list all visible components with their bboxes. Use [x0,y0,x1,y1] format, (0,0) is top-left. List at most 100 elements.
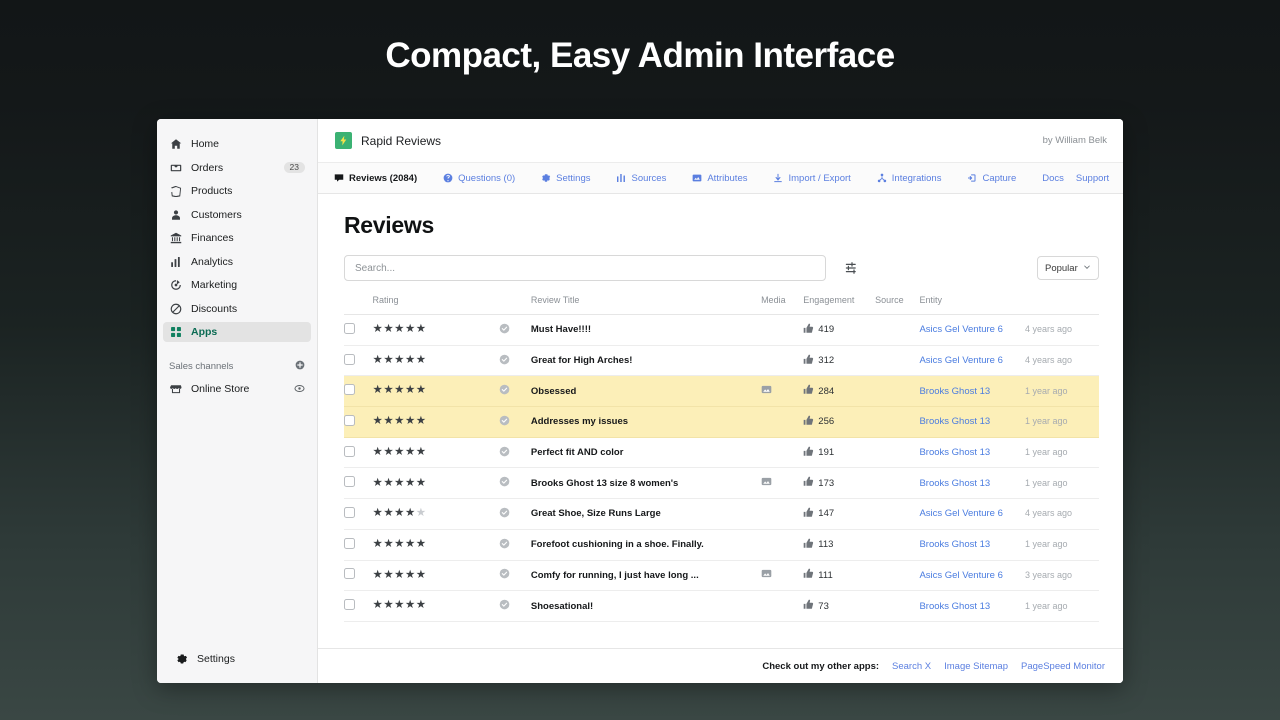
row-checkbox-cell[interactable] [344,467,373,500]
sidebar-item-finances[interactable]: Finances [163,228,311,248]
row-checkbox-cell[interactable] [344,590,373,622]
sort-select[interactable]: Popular [1037,256,1099,280]
tab-questions-0[interactable]: Questions (0) [443,173,529,184]
table-row[interactable]: ★★★★★ Comfy for running, I just have long… [344,560,1099,592]
tab-attributes[interactable]: Attributes [692,173,761,184]
tab-docs[interactable]: Docs [1042,173,1064,184]
row-title-cell[interactable]: Must Have!!!! [530,314,762,346]
sidebar-item-orders[interactable]: Orders 23 [163,158,311,178]
row-checkbox[interactable] [344,414,355,426]
entity-link[interactable]: Brooks Ghost 13 [919,539,990,550]
row-checkbox[interactable] [344,384,355,396]
table-row[interactable]: ★★★★★ Great for High Arches! 312 Asics Gel … [344,345,1099,377]
row-checkbox-cell[interactable] [344,560,373,592]
preview-store-icon[interactable] [294,383,305,396]
row-title-cell[interactable]: Great for High Arches! [530,345,762,377]
entity-link[interactable]: Brooks Ghost 13 [919,601,990,612]
tab-support[interactable]: Support [1076,173,1109,184]
table-row[interactable]: ★★★★★ Must Have!!!! 419 Asics Gel Venture 6… [344,314,1099,346]
tab-capture[interactable]: Capture [967,173,1030,184]
row-entity-cell[interactable]: Asics Gel Venture 6 [919,560,1026,592]
row-checkbox-cell[interactable] [344,345,373,377]
table-row[interactable]: ★★★★★ Addresses my issues 256 Brooks Ghost … [344,406,1099,438]
entity-link[interactable]: Brooks Ghost 13 [919,447,990,458]
row-title-cell[interactable]: Forefoot cushioning in a shoe. Finally. [530,529,762,561]
row-entity-cell[interactable]: Brooks Ghost 13 [919,467,1026,500]
sidebar-item-marketing[interactable]: Marketing [163,275,311,295]
search-input[interactable] [355,262,815,274]
entity-link[interactable]: Asics Gel Venture 6 [919,508,1002,519]
table-row[interactable]: ★★★★★ Shoesational! 73 Brooks Ghost 13 1 yea… [344,590,1099,622]
column-header-source[interactable]: Source [875,295,920,315]
tab-sources[interactable]: Sources [616,173,680,184]
row-entity-cell[interactable]: Brooks Ghost 13 [919,529,1026,561]
row-entity-cell[interactable]: Brooks Ghost 13 [919,437,1026,469]
media-attachment-icon[interactable] [761,476,772,487]
column-header-media[interactable]: Media [761,295,804,315]
row-checkbox-cell[interactable] [344,314,373,346]
row-entity-cell[interactable]: Brooks Ghost 13 [919,375,1026,408]
row-checkbox[interactable] [344,537,355,549]
row-entity-cell[interactable]: Asics Gel Venture 6 [919,314,1026,346]
row-rating-cell: ★★★★★ [372,406,500,438]
row-checkbox-cell[interactable] [344,529,373,561]
row-title-cell[interactable]: Brooks Ghost 13 size 8 women's [530,467,762,500]
column-header-entity[interactable]: Entity [919,295,1026,315]
sidebar-item-home[interactable]: Home [163,134,311,154]
sidebar-item-settings[interactable]: Settings [169,649,305,669]
row-checkbox[interactable] [344,599,355,611]
tab-reviews-2084[interactable]: Reviews (2084) [334,173,431,184]
footer-link-search-x[interactable]: Search X [892,661,931,672]
filter-settings-button[interactable] [841,257,863,279]
sidebar-item-discounts[interactable]: Discounts [163,299,311,319]
row-checkbox[interactable] [344,322,355,334]
row-title-cell[interactable]: Perfect fit AND color [530,437,762,469]
column-header-rating[interactable]: Rating [372,295,500,315]
row-title-cell[interactable]: Obsessed [530,375,762,408]
entity-link[interactable]: Asics Gel Venture 6 [919,570,1002,581]
row-checkbox[interactable] [344,506,355,518]
add-sales-channel-icon[interactable] [295,360,305,373]
table-row[interactable]: ★★★★★ Perfect fit AND color 191 Brooks Ghos… [344,437,1099,469]
row-checkbox[interactable] [344,353,355,365]
row-checkbox-cell[interactable] [344,498,373,530]
row-checkbox-cell[interactable] [344,375,373,408]
footer-link-image-sitemap[interactable]: Image Sitemap [944,661,1008,672]
row-entity-cell[interactable]: Brooks Ghost 13 [919,406,1026,438]
media-attachment-icon[interactable] [761,568,772,579]
row-checkbox-cell[interactable] [344,406,373,438]
row-entity-cell[interactable]: Brooks Ghost 13 [919,590,1026,622]
entity-link[interactable]: Asics Gel Venture 6 [919,324,1002,335]
footer-link-pagespeed-monitor[interactable]: PageSpeed Monitor [1021,661,1105,672]
entity-link[interactable]: Brooks Ghost 13 [919,416,990,427]
row-entity-cell[interactable]: Asics Gel Venture 6 [919,498,1026,530]
tab-import-export[interactable]: Import / Export [773,173,864,184]
sidebar-item-apps[interactable]: Apps [163,322,311,342]
media-attachment-icon[interactable] [761,384,772,395]
sidebar-item-online-store[interactable]: Online Store [163,379,311,399]
sidebar-item-analytics[interactable]: Analytics [163,252,311,272]
row-title-cell[interactable]: Addresses my issues [530,406,762,438]
row-title-cell[interactable]: Comfy for running, I just have long ... [530,560,762,592]
table-row[interactable]: ★★★★★ Brooks Ghost 13 size 8 women's 173 Br… [344,467,1099,500]
entity-link[interactable]: Brooks Ghost 13 [919,478,990,489]
search-box[interactable] [344,255,826,281]
column-header-engagement[interactable]: Engagement [803,295,876,315]
row-checkbox[interactable] [344,568,355,580]
table-row[interactable]: ★★★★★ Obsessed 284 Brooks Ghost 13 1 year ag… [344,375,1099,408]
row-checkbox[interactable] [344,445,355,457]
table-row[interactable]: ★★★★★ Great Shoe, Size Runs Large 147 Asics… [344,498,1099,530]
row-checkbox[interactable] [344,476,355,488]
row-checkbox-cell[interactable] [344,437,373,469]
entity-link[interactable]: Asics Gel Venture 6 [919,355,1002,366]
sidebar-item-products[interactable]: Products [163,181,311,201]
sidebar-item-customers[interactable]: Customers [163,205,311,225]
table-row[interactable]: ★★★★★ Forefoot cushioning in a shoe. Fina… [344,529,1099,561]
entity-link[interactable]: Brooks Ghost 13 [919,386,990,397]
row-title-cell[interactable]: Shoesational! [530,590,762,622]
column-header-review-title[interactable]: Review Title [530,295,762,315]
tab-settings[interactable]: Settings [541,173,604,184]
row-entity-cell[interactable]: Asics Gel Venture 6 [919,345,1026,377]
tab-integrations[interactable]: Integrations [877,173,956,184]
row-title-cell[interactable]: Great Shoe, Size Runs Large [530,498,762,530]
